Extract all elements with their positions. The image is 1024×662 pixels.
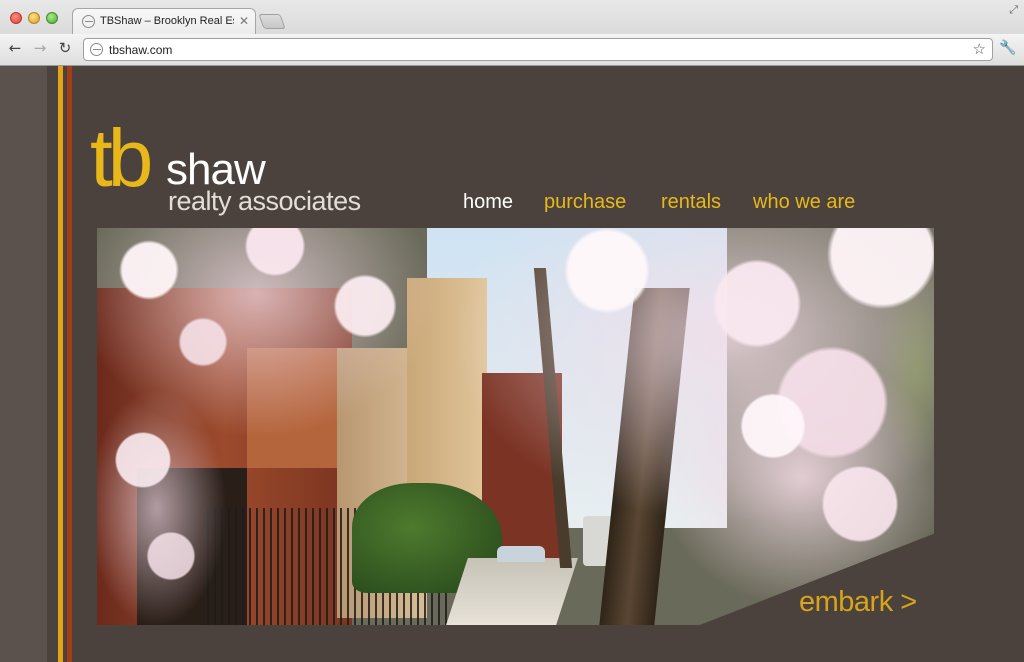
globe-icon	[82, 15, 95, 28]
browser-chrome: TBShaw – Brooklyn Real Estate ✕ ⤢ ← → ↻ …	[0, 0, 1024, 66]
side-panel	[0, 66, 47, 662]
fullscreen-icon[interactable]: ⤢	[1009, 4, 1018, 17]
site-logo[interactable]: tb shaw realty associates	[90, 118, 370, 228]
globe-icon	[90, 43, 103, 56]
browser-tab[interactable]: TBShaw – Brooklyn Real Estate ✕	[72, 8, 256, 35]
logo-subtitle: realty associates	[168, 186, 361, 216]
close-window-button[interactable]	[10, 12, 22, 24]
orange-stripe	[58, 66, 63, 662]
nav-who-we-are[interactable]: who we are	[753, 191, 855, 214]
browser-toolbar: ← → ↻ tbshaw.com ☆ 🔧	[0, 34, 1024, 65]
reload-icon[interactable]: ↻	[55, 39, 75, 57]
back-arrow-icon[interactable]: ←	[5, 39, 25, 57]
url-text[interactable]: tbshaw.com	[109, 43, 172, 57]
red-stripe	[67, 66, 72, 662]
page-content: tb shaw realty associates home purchase …	[0, 66, 1024, 662]
minimize-window-button[interactable]	[28, 12, 40, 24]
tab-title: TBShaw – Brooklyn Real Estate	[100, 15, 234, 27]
nav-home[interactable]: home	[463, 191, 513, 214]
nav-rentals[interactable]: rentals	[661, 191, 721, 214]
embark-link[interactable]: embark >	[799, 586, 917, 619]
hero-image	[97, 228, 934, 625]
nav-purchase[interactable]: purchase	[544, 191, 626, 214]
star-icon[interactable]: ☆	[973, 40, 986, 58]
logo-tb: tb	[90, 113, 153, 204]
close-icon[interactable]: ✕	[239, 14, 249, 28]
new-tab-button[interactable]	[258, 14, 286, 29]
wrench-icon[interactable]: 🔧	[999, 40, 1016, 56]
tab-strip: TBShaw – Brooklyn Real Estate ✕ ⤢	[0, 0, 1024, 35]
zoom-window-button[interactable]	[46, 12, 58, 24]
forward-arrow-icon[interactable]: →	[30, 39, 50, 57]
address-bar[interactable]: tbshaw.com ☆	[83, 38, 993, 61]
